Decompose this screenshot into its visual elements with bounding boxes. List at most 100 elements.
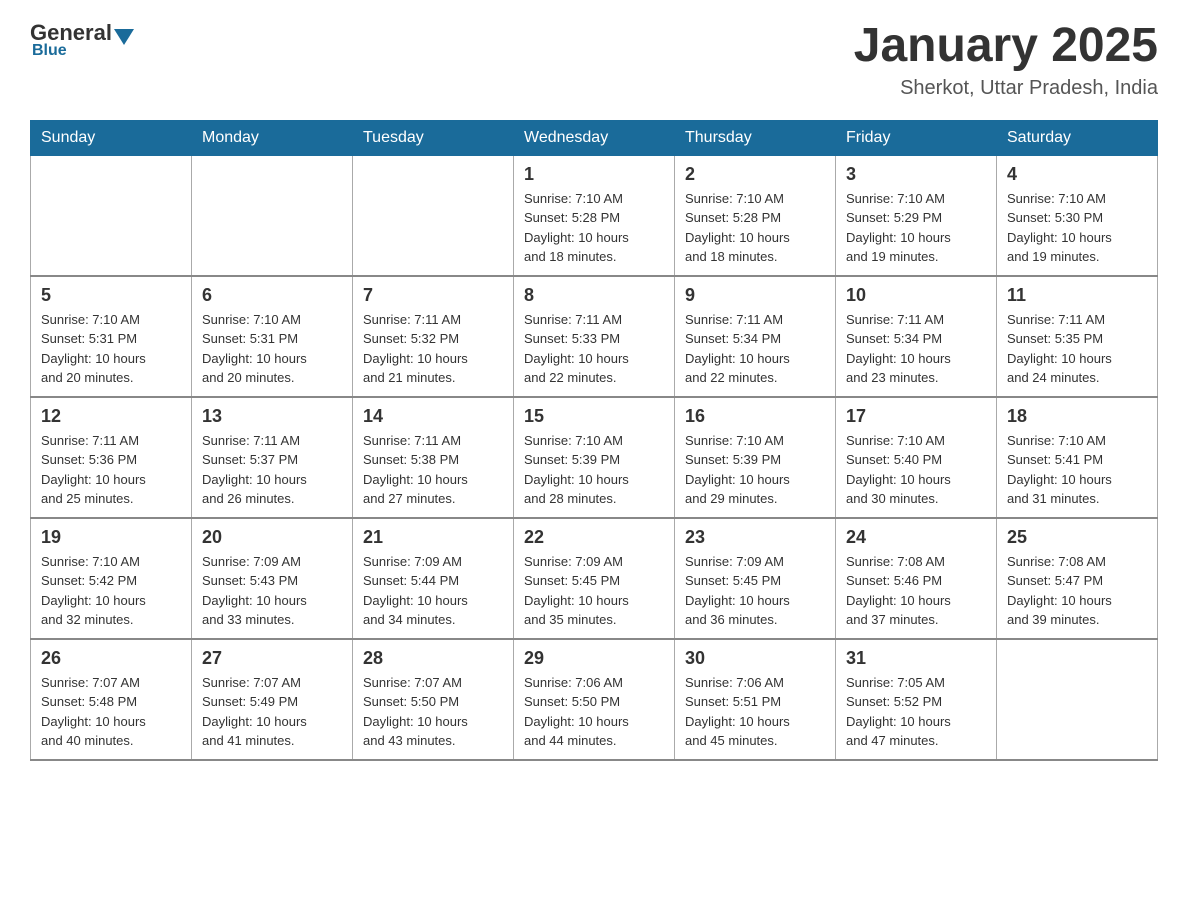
table-row: 22Sunrise: 7:09 AMSunset: 5:45 PMDayligh… [514,518,675,639]
table-row: 13 Sunrise: 7:11 AMSunset: 5:37 PMDayligh… [192,397,353,518]
day-number: 29 [524,648,664,669]
day-info: Sunrise: 7:11 AMSunset: 5:33 PMDaylight:… [524,310,664,388]
logo: General Blue [30,20,136,60]
day-number: 12 [41,406,181,427]
day-number: 14 [363,406,503,427]
day-info: Sunrise: 7:11 AMSunset: 5:37 PMDaylight:… [202,431,342,509]
table-row: 31Sunrise: 7:05 AMSunset: 5:52 PMDayligh… [836,639,997,760]
month-title: January 2025 [854,20,1158,73]
calendar-week-row: 1 Sunrise: 7:10 AMSunset: 5:28 PMDaylight… [31,155,1158,276]
day-number: 27 [202,648,342,669]
day-info: Sunrise: 7:11 AMSunset: 5:34 PMDaylight:… [846,310,986,388]
day-info: Sunrise: 7:08 AMSunset: 5:47 PMDaylight:… [1007,552,1147,630]
day-number: 15 [524,406,664,427]
table-row: 8 Sunrise: 7:11 AMSunset: 5:33 PMDaylight… [514,276,675,397]
table-row: 2 Sunrise: 7:10 AMSunset: 5:28 PMDaylight… [675,155,836,276]
day-number: 9 [685,285,825,306]
table-row [192,155,353,276]
table-row: 15 Sunrise: 7:10 AMSunset: 5:39 PMDayligh… [514,397,675,518]
table-row: 29 Sunrise: 7:06 AMSunset: 5:50 PMDayligh… [514,639,675,760]
day-number: 25 [1007,527,1147,548]
day-number: 8 [524,285,664,306]
day-info: Sunrise: 7:10 AMSunset: 5:39 PMDaylight:… [524,431,664,509]
table-row: 26 Sunrise: 7:07 AMSunset: 5:48 PMDayligh… [31,639,192,760]
table-row: 24 Sunrise: 7:08 AMSunset: 5:46 PMDayligh… [836,518,997,639]
table-row: 28Sunrise: 7:07 AMSunset: 5:50 PMDayligh… [353,639,514,760]
day-number: 21 [363,527,503,548]
table-row [353,155,514,276]
day-number: 3 [846,164,986,185]
day-info: Sunrise: 7:11 AMSunset: 5:35 PMDaylight:… [1007,310,1147,388]
day-number: 2 [685,164,825,185]
calendar-week-row: 26 Sunrise: 7:07 AMSunset: 5:48 PMDayligh… [31,639,1158,760]
table-row: 6 Sunrise: 7:10 AMSunset: 5:31 PMDaylight… [192,276,353,397]
logo-blue-text: Blue [32,42,67,60]
table-row: 3Sunrise: 7:10 AMSunset: 5:29 PMDaylight… [836,155,997,276]
day-number: 4 [1007,164,1147,185]
day-number: 31 [846,648,986,669]
header-friday: Friday [836,120,997,155]
day-info: Sunrise: 7:07 AMSunset: 5:48 PMDaylight:… [41,673,181,751]
table-row: 7Sunrise: 7:11 AMSunset: 5:32 PMDaylight… [353,276,514,397]
day-info: Sunrise: 7:09 AMSunset: 5:43 PMDaylight:… [202,552,342,630]
table-row: 1 Sunrise: 7:10 AMSunset: 5:28 PMDaylight… [514,155,675,276]
day-number: 1 [524,164,664,185]
table-row: 4 Sunrise: 7:10 AMSunset: 5:30 PMDaylight… [997,155,1158,276]
table-row: 5 Sunrise: 7:10 AMSunset: 5:31 PMDaylight… [31,276,192,397]
table-row: 14 Sunrise: 7:11 AMSunset: 5:38 PMDayligh… [353,397,514,518]
table-row: 30 Sunrise: 7:06 AMSunset: 5:51 PMDayligh… [675,639,836,760]
table-row: 16Sunrise: 7:10 AMSunset: 5:39 PMDayligh… [675,397,836,518]
day-info: Sunrise: 7:11 AMSunset: 5:34 PMDaylight:… [685,310,825,388]
day-info: Sunrise: 7:09 AMSunset: 5:45 PMDaylight:… [685,552,825,630]
day-info: Sunrise: 7:10 AMSunset: 5:40 PMDaylight:… [846,431,986,509]
day-info: Sunrise: 7:10 AMSunset: 5:28 PMDaylight:… [524,189,664,267]
table-row: 17Sunrise: 7:10 AMSunset: 5:40 PMDayligh… [836,397,997,518]
table-row: 23 Sunrise: 7:09 AMSunset: 5:45 PMDayligh… [675,518,836,639]
header-tuesday: Tuesday [353,120,514,155]
logo-arrow-icon [114,29,134,45]
day-number: 16 [685,406,825,427]
calendar-week-row: 19 Sunrise: 7:10 AMSunset: 5:42 PMDayligh… [31,518,1158,639]
table-row: 27 Sunrise: 7:07 AMSunset: 5:49 PMDayligh… [192,639,353,760]
day-number: 6 [202,285,342,306]
table-row: 9 Sunrise: 7:11 AMSunset: 5:34 PMDaylight… [675,276,836,397]
table-row: 18 Sunrise: 7:10 AMSunset: 5:41 PMDayligh… [997,397,1158,518]
day-number: 23 [685,527,825,548]
table-row: 20 Sunrise: 7:09 AMSunset: 5:43 PMDayligh… [192,518,353,639]
day-number: 30 [685,648,825,669]
day-number: 11 [1007,285,1147,306]
table-row: 19 Sunrise: 7:10 AMSunset: 5:42 PMDayligh… [31,518,192,639]
day-number: 13 [202,406,342,427]
calendar-week-row: 12 Sunrise: 7:11 AMSunset: 5:36 PMDayligh… [31,397,1158,518]
day-number: 19 [41,527,181,548]
day-number: 5 [41,285,181,306]
calendar-header-row: Sunday Monday Tuesday Wednesday Thursday… [31,120,1158,155]
day-info: Sunrise: 7:07 AMSunset: 5:49 PMDaylight:… [202,673,342,751]
day-number: 20 [202,527,342,548]
day-info: Sunrise: 7:10 AMSunset: 5:28 PMDaylight:… [685,189,825,267]
table-row: 10 Sunrise: 7:11 AMSunset: 5:34 PMDayligh… [836,276,997,397]
day-info: Sunrise: 7:10 AMSunset: 5:41 PMDaylight:… [1007,431,1147,509]
table-row: 12 Sunrise: 7:11 AMSunset: 5:36 PMDayligh… [31,397,192,518]
location: Sherkot, Uttar Pradesh, India [854,77,1158,100]
day-info: Sunrise: 7:09 AMSunset: 5:45 PMDaylight:… [524,552,664,630]
day-info: Sunrise: 7:10 AMSunset: 5:42 PMDaylight:… [41,552,181,630]
table-row [997,639,1158,760]
day-number: 26 [41,648,181,669]
day-info: Sunrise: 7:11 AMSunset: 5:36 PMDaylight:… [41,431,181,509]
day-info: Sunrise: 7:11 AMSunset: 5:32 PMDaylight:… [363,310,503,388]
day-number: 10 [846,285,986,306]
day-info: Sunrise: 7:10 AMSunset: 5:31 PMDaylight:… [41,310,181,388]
day-number: 18 [1007,406,1147,427]
day-info: Sunrise: 7:10 AMSunset: 5:30 PMDaylight:… [1007,189,1147,267]
day-info: Sunrise: 7:07 AMSunset: 5:50 PMDaylight:… [363,673,503,751]
day-info: Sunrise: 7:11 AMSunset: 5:38 PMDaylight:… [363,431,503,509]
day-info: Sunrise: 7:10 AMSunset: 5:31 PMDaylight:… [202,310,342,388]
table-row: 25 Sunrise: 7:08 AMSunset: 5:47 PMDayligh… [997,518,1158,639]
day-number: 24 [846,527,986,548]
day-info: Sunrise: 7:06 AMSunset: 5:50 PMDaylight:… [524,673,664,751]
day-info: Sunrise: 7:06 AMSunset: 5:51 PMDaylight:… [685,673,825,751]
day-info: Sunrise: 7:08 AMSunset: 5:46 PMDaylight:… [846,552,986,630]
table-row: 11 Sunrise: 7:11 AMSunset: 5:35 PMDayligh… [997,276,1158,397]
title-section: January 2025 Sherkot, Uttar Pradesh, Ind… [854,20,1158,100]
